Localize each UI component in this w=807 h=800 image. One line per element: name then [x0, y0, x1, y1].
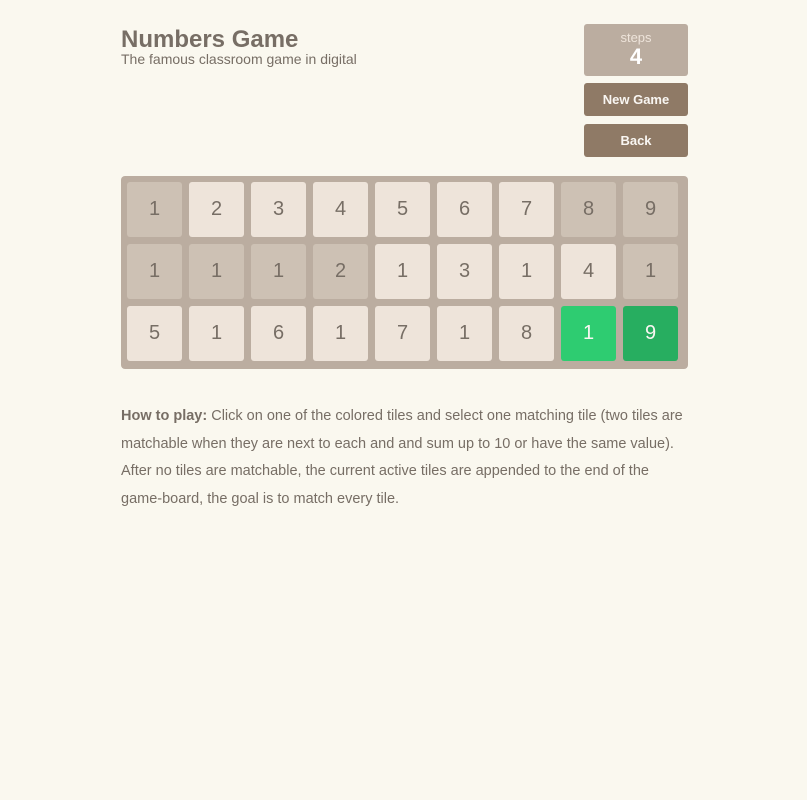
tile-r3-c9[interactable]: 9	[623, 306, 678, 361]
how-to-play-heading: How to play:	[121, 408, 208, 424]
tile-r2-c3[interactable]: 1	[251, 244, 306, 299]
steps-label: steps	[620, 30, 652, 45]
steps-value: 4	[629, 44, 643, 69]
tile-r1-c1[interactable]: 1	[127, 182, 182, 237]
tile-r3-c7[interactable]: 8	[499, 306, 554, 361]
tile-r2-c1[interactable]: 1	[127, 244, 182, 299]
tile-r2-c5[interactable]: 1	[375, 244, 430, 299]
game-board: 123456789111213141516171819	[121, 176, 688, 369]
tile-r1-c7[interactable]: 7	[499, 182, 554, 237]
tile-r2-c8[interactable]: 4	[561, 244, 616, 299]
game-page: Numbers Game The famous classroom game i…	[0, 0, 807, 800]
tile-r1-c3[interactable]: 3	[251, 182, 306, 237]
tile-r2-c6[interactable]: 3	[437, 244, 492, 299]
new-game-button[interactable]: New Game	[584, 83, 688, 116]
tile-r2-c7[interactable]: 1	[499, 244, 554, 299]
tile-r3-c5[interactable]: 7	[375, 306, 430, 361]
tile-r3-c3[interactable]: 6	[251, 306, 306, 361]
tile-r3-c8[interactable]: 1	[561, 306, 616, 361]
tile-r1-c6[interactable]: 6	[437, 182, 492, 237]
tile-r2-c2[interactable]: 1	[189, 244, 244, 299]
tile-r3-c6[interactable]: 1	[437, 306, 492, 361]
back-button[interactable]: Back	[584, 124, 688, 157]
tile-r1-c9[interactable]: 9	[623, 182, 678, 237]
page-subtitle: The famous classroom game in digital	[121, 51, 357, 67]
tile-r2-c4[interactable]: 2	[313, 244, 368, 299]
tile-r1-c8[interactable]: 8	[561, 182, 616, 237]
tile-r1-c5[interactable]: 5	[375, 182, 430, 237]
tile-r1-c4[interactable]: 4	[313, 182, 368, 237]
tile-r1-c2[interactable]: 2	[189, 182, 244, 237]
tile-r3-c4[interactable]: 1	[313, 306, 368, 361]
page-title: Numbers Game	[121, 26, 299, 53]
tile-r3-c1[interactable]: 5	[127, 306, 182, 361]
how-to-play: How to play: Click on one of the colored…	[121, 403, 691, 513]
tile-r2-c9[interactable]: 1	[623, 244, 678, 299]
tile-r3-c2[interactable]: 1	[189, 306, 244, 361]
steps-counter: steps 4	[584, 24, 688, 76]
